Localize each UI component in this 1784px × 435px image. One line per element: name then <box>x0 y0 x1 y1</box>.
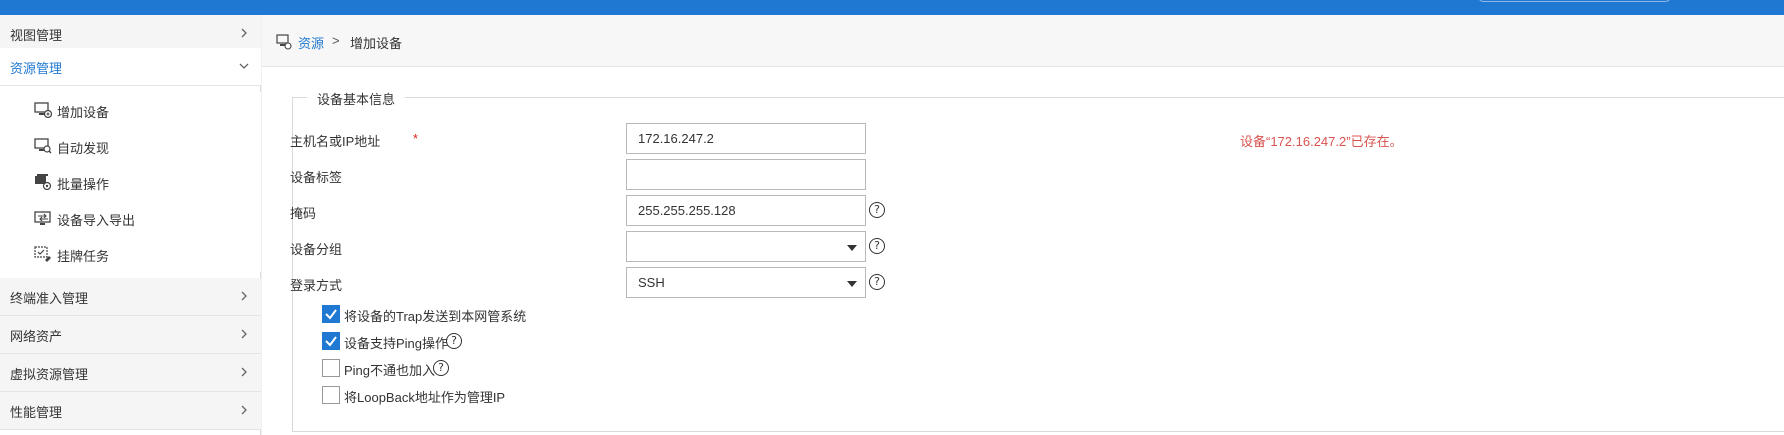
chevron-right-icon <box>241 367 247 377</box>
loopback-checkbox[interactable] <box>322 386 340 404</box>
menu-terminal-access[interactable]: 终端准入管理 <box>0 278 261 316</box>
sidebar-item-label: 自动发现 <box>57 141 110 156</box>
menu-label: 资源管理 <box>10 61 63 76</box>
help-icon[interactable]: ? <box>869 274 885 290</box>
form-content: 设备基本信息 <box>262 66 1784 435</box>
menu-network-assets[interactable]: 网络资产 <box>0 316 261 354</box>
host-label: 主机名或IP地址 <box>290 134 381 149</box>
sidebar-item-batch-operation[interactable]: 批量操作 <box>0 164 261 200</box>
error-message: 设备“172.16.247.2”已存在。 <box>1240 134 1403 149</box>
sidebar-item-add-device[interactable]: 增加设备 <box>0 92 261 128</box>
chevron-down-icon <box>239 63 249 69</box>
dropdown-arrow-icon <box>847 281 857 287</box>
help-icon[interactable]: ? <box>869 202 885 218</box>
trap-checkbox-label: 将设备的Trap发送到本网管系统 <box>344 309 527 324</box>
chevron-right-icon <box>241 28 247 38</box>
device-tag-input[interactable] <box>626 159 866 190</box>
sidebar-item-import-export[interactable]: 设备导入导出 <box>0 200 261 236</box>
breadcrumb-separator: > <box>332 33 340 48</box>
tag-label: 设备标签 <box>290 170 343 185</box>
ping-fail-add-checkbox[interactable] <box>322 359 340 377</box>
device-basic-info-fieldset: 设备基本信息 <box>292 89 1784 432</box>
import-export-icon <box>34 211 51 225</box>
mask-label: 掩码 <box>290 206 317 221</box>
menu-resource-management[interactable]: 资源管理 <box>0 48 261 86</box>
sidebar-item-label: 增加设备 <box>57 105 110 120</box>
sidebar-item-tag-task[interactable]: 挂牌任务 <box>0 236 261 272</box>
menu-label: 网络资产 <box>10 329 63 344</box>
ping-support-checkbox[interactable] <box>322 332 340 350</box>
menu-label: 视图管理 <box>10 28 63 43</box>
dropdown-arrow-icon <box>847 245 857 251</box>
login-method-select[interactable]: SSH <box>626 267 866 298</box>
menu-virtual-resources[interactable]: 虚拟资源管理 <box>0 354 261 392</box>
top-search-box[interactable] <box>1477 0 1672 2</box>
mask-input[interactable] <box>626 195 866 226</box>
select-value: SSH <box>638 275 665 290</box>
check-icon <box>325 336 337 347</box>
main-panel: 资源 > 增加设备 设备基本信息 <box>262 15 1784 435</box>
chevron-right-icon <box>241 291 247 301</box>
add-device-icon <box>276 34 292 50</box>
menu-label: 虚拟资源管理 <box>10 367 89 382</box>
auto-discover-icon <box>34 138 52 154</box>
tag-task-icon <box>34 246 51 262</box>
chevron-right-icon <box>241 405 247 415</box>
sidebar-item-label: 批量操作 <box>57 177 110 192</box>
fieldset-legend: 设备基本信息 <box>307 89 406 108</box>
top-bar <box>0 0 1784 15</box>
ping-support-checkbox-label: 设备支持Ping操作 <box>344 336 449 351</box>
help-icon[interactable]: ? <box>446 333 462 349</box>
batch-operation-icon <box>35 174 52 190</box>
menu-performance[interactable]: 性能管理 <box>0 392 261 430</box>
required-mark: * <box>413 131 419 146</box>
device-group-select[interactable] <box>626 231 866 262</box>
check-icon <box>325 309 337 320</box>
breadcrumb-link-resource[interactable]: 资源 <box>298 33 324 52</box>
menu-label: 终端准入管理 <box>10 291 89 306</box>
ping-fail-add-checkbox-label: Ping不通也加入 <box>344 363 436 378</box>
breadcrumb-current: 增加设备 <box>350 36 403 51</box>
add-device-icon <box>34 102 52 118</box>
login-method-label: 登录方式 <box>290 278 343 293</box>
sidebar-item-label: 设备导入导出 <box>57 213 136 228</box>
sidebar-item-auto-discover[interactable]: 自动发现 <box>0 128 261 164</box>
chevron-right-icon <box>241 329 247 339</box>
host-ip-input[interactable] <box>626 123 866 154</box>
help-icon[interactable]: ? <box>433 360 449 376</box>
menu-label: 性能管理 <box>10 405 63 420</box>
help-icon[interactable]: ? <box>869 238 885 254</box>
sidebar-item-label: 挂牌任务 <box>57 249 110 264</box>
sidebar: 视图管理 资源管理 增加设备 自动发现 批量操作 设备导入导出 挂牌任务 终端准… <box>0 15 261 435</box>
group-label: 设备分组 <box>290 242 343 257</box>
trap-checkbox[interactable] <box>322 305 340 323</box>
loopback-checkbox-label: 将LoopBack地址作为管理IP <box>344 390 506 405</box>
